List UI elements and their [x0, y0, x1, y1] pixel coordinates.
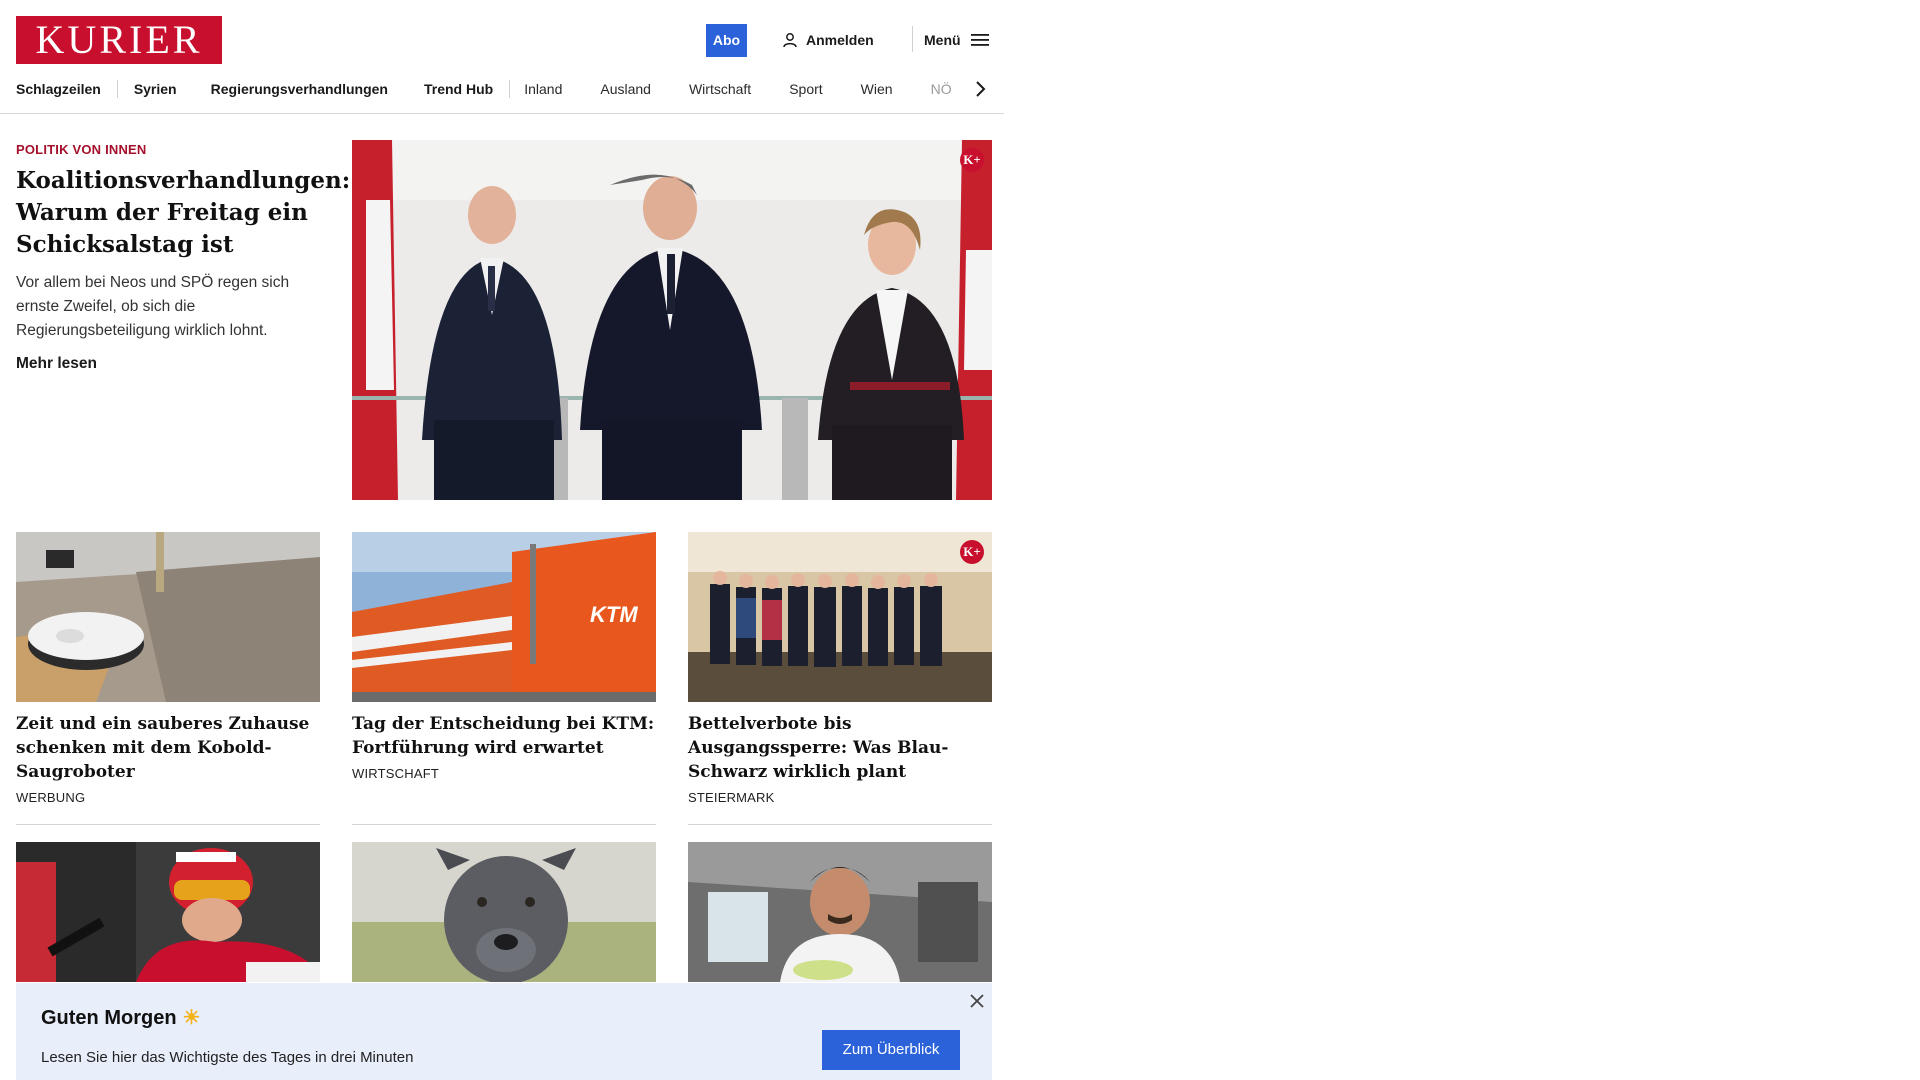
chef-photo [688, 842, 992, 982]
card-tag: STEIERMARK [688, 790, 775, 805]
svg-text:KTM: KTM [590, 602, 638, 627]
hero-image[interactable]: K+ [352, 140, 992, 500]
nav-item-wirtschaft[interactable]: Wirtschaft [689, 81, 751, 97]
nav-item-inland[interactable]: Inland [524, 81, 562, 97]
page: KURIER Abo Anmelden Menü Schlagzeilen Sy… [0, 0, 1004, 1080]
dog-photo [352, 842, 656, 982]
login-link[interactable]: Anmelden [782, 28, 874, 52]
hero-title[interactable]: Koalitionsverhandlungen: Warum der Freit… [16, 165, 350, 261]
login-label: Anmelden [806, 32, 874, 48]
overview-button[interactable]: Zum Überblick [822, 1030, 960, 1070]
nav-item-noe[interactable]: NÖ [931, 81, 952, 97]
divider [16, 824, 320, 825]
nav-item-schlagzeilen[interactable]: Schlagzeilen [16, 81, 101, 97]
abo-button[interactable]: Abo [706, 24, 747, 57]
ktm-building-photo: KTM [352, 532, 656, 702]
user-icon [783, 33, 797, 48]
nav-item-syrien[interactable]: Syrien [134, 81, 177, 97]
divider [352, 824, 656, 825]
divider [688, 824, 992, 825]
banner-title: Guten Morgen ☀ [41, 1005, 200, 1030]
nav-item-trend-hub[interactable]: Trend Hub [424, 81, 493, 97]
banner-text: Lesen Sie hier das Wichtigste des Tages … [41, 1049, 414, 1066]
card-image [688, 532, 992, 702]
card-title[interactable]: Tag der Entscheidung bei KTM: Fortführun… [352, 712, 656, 760]
nav-divider [116, 80, 118, 98]
morning-briefing-banner: Guten Morgen ☀ Lesen Sie hier das Wichtig… [16, 983, 992, 1080]
close-icon[interactable] [967, 991, 987, 1011]
read-more-link[interactable]: Mehr lesen [16, 355, 97, 373]
card-tag: WERBUNG [16, 790, 86, 805]
article-card-image[interactable] [352, 842, 656, 982]
kplus-badge: K+ [960, 540, 984, 564]
card-image: KTM [352, 532, 656, 702]
hero-teaser: Vor allem bei Neos und SPÖ regen sich er… [16, 274, 290, 339]
hero-article: POLITIK VON INNEN Koalitionsverhandlunge… [16, 142, 350, 373]
card-title[interactable]: Bettelverbote bis Ausgangssperre: Was Bl… [688, 712, 992, 784]
site-header: KURIER Abo Anmelden Menü Schlagzeilen Sy… [0, 0, 1004, 114]
banner-title-text: Guten Morgen [41, 1007, 177, 1029]
hero-photo [352, 140, 992, 500]
section-nav: Schlagzeilen Syrien Regierungsverhandlun… [16, 76, 988, 102]
hamburger-icon [970, 34, 989, 46]
nav-divider [509, 80, 511, 98]
hero-kicker: POLITIK VON INNEN [16, 142, 147, 157]
kplus-badge: K+ [960, 148, 984, 172]
card-title[interactable]: Zeit und ein sauberes Zuhause schenken m… [16, 712, 320, 784]
nav-item-ausland[interactable]: Ausland [600, 81, 651, 97]
card-image [16, 532, 320, 702]
article-card-image[interactable] [16, 842, 320, 982]
header-divider [912, 26, 913, 52]
skier-photo [16, 842, 320, 982]
kurier-logo[interactable]: KURIER [16, 16, 222, 64]
nav-item-regierungsverhandlungen[interactable]: Regierungsverhandlungen [211, 81, 388, 97]
chevron-right-icon[interactable] [970, 78, 990, 100]
article-card-image[interactable] [688, 842, 992, 982]
government-group-photo [688, 532, 992, 702]
card-tag: WIRTSCHAFT [352, 766, 439, 781]
article-card[interactable]: K+ Bettelverbote bis Ausgangssperre: Was… [688, 532, 992, 805]
sun-icon: ☀ [182, 1007, 201, 1029]
article-card[interactable]: KTM Tag der Entscheidung bei KTM: Fortfü… [352, 532, 656, 781]
nav-item-wien[interactable]: Wien [861, 81, 893, 97]
nav-item-sport[interactable]: Sport [789, 81, 822, 97]
article-card[interactable]: Zeit und ein sauberes Zuhause schenken m… [16, 532, 320, 805]
robot-vacuum-photo [16, 532, 320, 702]
menu-button[interactable]: Menü [924, 28, 989, 52]
menu-label: Menü [924, 32, 961, 48]
